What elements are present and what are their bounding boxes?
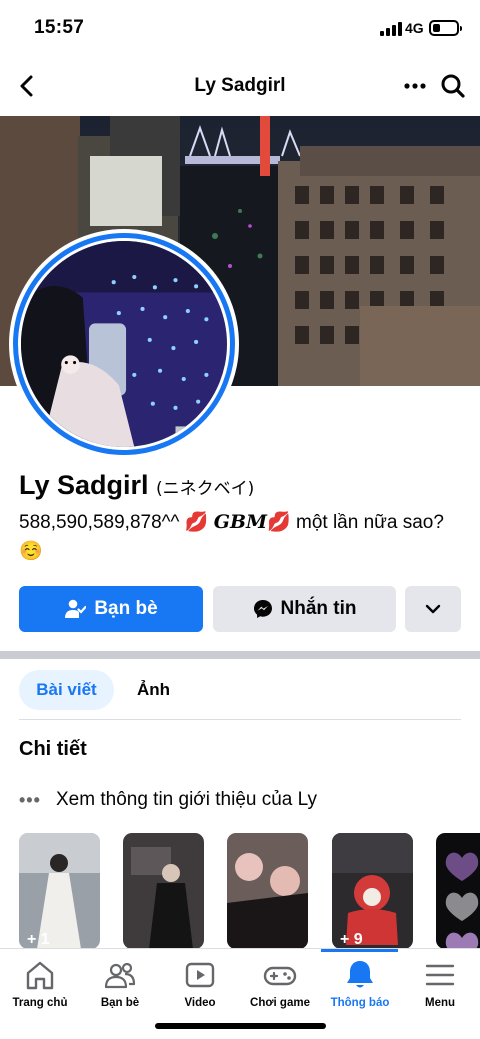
chevron-down-icon (425, 604, 441, 614)
bio-gbm: GBM (213, 511, 268, 533)
highlight-item[interactable]: + 9 (332, 833, 413, 949)
video-icon (185, 962, 215, 988)
bio-line2: sao? (402, 512, 444, 533)
home-indicator (155, 1023, 326, 1029)
intro-text: Xem thông tin giới thiệu của Ly (56, 789, 318, 810)
home-icon (26, 961, 54, 990)
profile-name-text: Ly Sadgirl (19, 470, 149, 500)
message-button-label: Nhắn tin (280, 598, 357, 619)
highlight-item[interactable] (227, 833, 308, 949)
smile-emoji: ☺️ (19, 541, 43, 562)
nav-label: Bạn bè (100, 997, 140, 1009)
nav-gaming[interactable]: Chơi game (240, 959, 320, 1009)
signal-icon (380, 22, 402, 36)
bio-line1-start: 588,590,589,878^^ (19, 512, 180, 533)
details-title: Chi tiết (19, 738, 87, 760)
nav-label: Chơi game (250, 997, 310, 1009)
kiss-emoji: 💋 (267, 512, 291, 533)
messenger-icon (253, 600, 272, 618)
more-dots-icon: ••• (19, 789, 41, 810)
status-bar: 15:57 4G (0, 0, 480, 56)
nav-active-indicator (321, 949, 398, 952)
nav-label: Trang chủ (12, 997, 68, 1009)
nav-notifications[interactable]: Thông báo (320, 959, 400, 1009)
search-icon[interactable] (438, 72, 468, 100)
nav-label: Video (184, 997, 216, 1009)
kiss-emoji: 💋 (184, 512, 209, 533)
friends-button[interactable]: Bạn bè (19, 586, 203, 632)
battery-icon (429, 20, 462, 36)
more-actions-button[interactable] (405, 586, 461, 632)
more-options-icon[interactable] (400, 72, 430, 100)
nav-label: Menu (424, 997, 456, 1009)
nav-label: Thông báo (330, 997, 390, 1009)
profile-bio: 588,590,589,878^^ 💋 GBM💋 một lần nữa sao… (19, 508, 469, 566)
profile-alternate-name: (ニネクベイ) (156, 479, 255, 499)
tab-posts[interactable]: Bài viết (19, 670, 114, 710)
intro-link[interactable]: ••• Xem thông tin giới thiệu của Ly (19, 787, 317, 813)
bio-line1-end: một lần nữa (296, 512, 398, 533)
highlight-item[interactable] (436, 833, 480, 949)
highlight-item[interactable] (123, 833, 204, 949)
network-type: 4G (405, 20, 424, 36)
tabs-divider (19, 719, 461, 720)
highlight-count: + 1 (27, 931, 50, 948)
highlight-count: + 9 (340, 931, 363, 948)
message-button[interactable]: Nhắn tin (213, 586, 396, 632)
featured-highlights: + 1 + 9 (19, 833, 480, 949)
nav-menu[interactable]: Menu (400, 959, 480, 1009)
gamepad-icon (263, 966, 297, 986)
friend-check-icon (65, 599, 87, 618)
status-time: 15:57 (34, 17, 85, 38)
profile-name: Ly Sadgirl (ニネクベイ) (19, 470, 254, 501)
friends-button-label: Bạn bè (94, 598, 158, 619)
profile-header: Ly Sadgirl (0, 56, 480, 116)
tab-photos[interactable]: Ảnh (137, 670, 170, 710)
menu-icon (425, 964, 455, 986)
nav-video[interactable]: Video (160, 959, 240, 1009)
friends-icon (104, 962, 136, 989)
nav-friends[interactable]: Bạn bè (80, 959, 160, 1009)
bell-icon (347, 961, 373, 988)
profile-avatar[interactable] (9, 229, 239, 459)
section-divider (0, 651, 480, 659)
nav-home[interactable]: Trang chủ (0, 959, 80, 1009)
highlight-item[interactable]: + 1 (19, 833, 100, 949)
